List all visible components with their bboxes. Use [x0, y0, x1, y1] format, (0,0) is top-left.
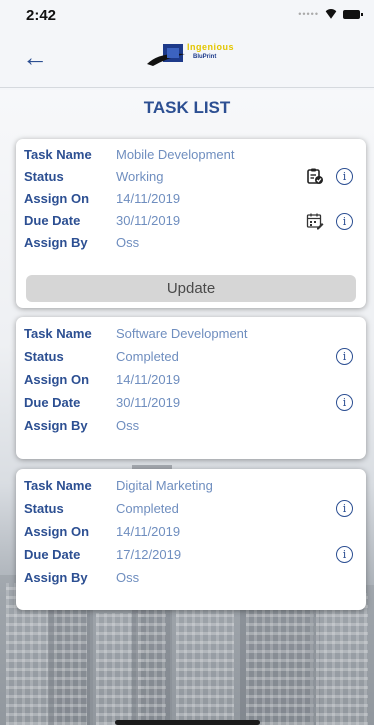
status-label: Status	[24, 348, 64, 364]
assign-by-value: Oss	[116, 234, 140, 250]
status-bar: 2:42 •••••	[0, 0, 374, 32]
assign-by-row: Assign By Oss	[24, 415, 139, 435]
task-name-label: Task Name	[24, 146, 92, 162]
due-date-value: 30/11/2019	[116, 212, 181, 228]
status-row: Status Completed	[24, 498, 179, 518]
status-info-icon[interactable]: i	[336, 168, 353, 185]
assign-by-label: Assign By	[24, 569, 88, 585]
task-name-row: Task Name Mobile Development	[24, 144, 235, 164]
status-row: Status Working	[24, 166, 163, 186]
task-card: Task Name Digital Marketing Status Compl…	[16, 469, 366, 610]
task-card: Task Name Mobile Development Status Work…	[16, 139, 366, 308]
assign-on-value: 14/11/2019	[116, 523, 181, 539]
due-date-row: Due Date 17/12/2019	[24, 544, 181, 564]
due-date-label: Due Date	[24, 394, 81, 410]
due-date-row: Due Date 30/11/2019	[24, 210, 180, 230]
status-row: Status Completed	[24, 346, 179, 366]
assign-on-row: Assign On 14/11/2019	[24, 521, 180, 541]
status-info-icon[interactable]: i	[336, 500, 353, 517]
status-label: Status	[24, 168, 64, 184]
due-date-value: 17/12/2019	[116, 546, 182, 562]
status-time: 2:42	[26, 7, 57, 24]
assign-on-value: 14/11/2019	[116, 190, 181, 206]
assign-by-row: Assign By Oss	[24, 232, 139, 252]
assign-on-value: 14/11/2019	[116, 371, 181, 387]
assign-on-row: Assign On 14/11/2019	[24, 188, 180, 208]
status-value: Completed	[116, 500, 179, 516]
assign-by-value: Oss	[116, 569, 140, 585]
due-date-info-icon[interactable]: i	[336, 546, 353, 563]
task-name-row: Task Name Digital Marketing	[24, 475, 213, 495]
task-name-row: Task Name Software Development	[24, 323, 248, 343]
assign-by-label: Assign By	[24, 417, 88, 433]
assign-by-value: Oss	[116, 417, 140, 433]
nav-bar: ← Ingenious BluPrint	[0, 32, 374, 88]
assign-on-row: Assign On 14/11/2019	[24, 369, 180, 389]
due-date-value: 30/11/2019	[116, 394, 181, 410]
signal-icon: •••••	[298, 9, 319, 19]
status-label: Status	[24, 500, 64, 516]
assign-on-label: Assign On	[24, 190, 90, 206]
page-title: TASK LIST	[143, 98, 231, 117]
status-value: Completed	[116, 348, 179, 364]
due-date-info-icon[interactable]: i	[336, 213, 353, 230]
status-value: Working	[116, 168, 164, 184]
task-name-value: Mobile Development	[116, 146, 235, 162]
status-icons: •••••	[298, 9, 363, 19]
back-arrow-icon[interactable]: ←	[22, 44, 48, 70]
clipboard-check-icon[interactable]	[306, 167, 324, 185]
logo-text-ingenious: Ingenious	[187, 42, 234, 52]
app-logo: Ingenious BluPrint	[145, 42, 253, 70]
home-indicator[interactable]	[115, 720, 260, 725]
logo-mark-icon	[147, 44, 185, 66]
task-card: Task Name Software Development Status Co…	[16, 317, 366, 459]
assign-on-label: Assign On	[24, 371, 90, 387]
task-name-value: Digital Marketing	[116, 477, 213, 493]
calendar-edit-icon[interactable]	[306, 212, 324, 230]
wifi-icon	[324, 9, 338, 19]
assign-by-label: Assign By	[24, 234, 88, 250]
due-date-label: Due Date	[24, 212, 81, 228]
assign-on-label: Assign On	[24, 523, 90, 539]
due-date-label: Due Date	[24, 546, 81, 562]
due-date-info-icon[interactable]: i	[336, 394, 353, 411]
update-button[interactable]: Update	[26, 275, 356, 302]
task-name-label: Task Name	[24, 325, 92, 341]
status-info-icon[interactable]: i	[336, 348, 353, 365]
task-name-label: Task Name	[24, 477, 92, 493]
due-date-row: Due Date 30/11/2019	[24, 392, 180, 412]
assign-by-row: Assign By Oss	[24, 567, 139, 587]
battery-icon	[343, 9, 363, 19]
logo-text-bluprint: BluPrint	[193, 54, 217, 60]
task-name-value: Software Development	[116, 325, 248, 341]
